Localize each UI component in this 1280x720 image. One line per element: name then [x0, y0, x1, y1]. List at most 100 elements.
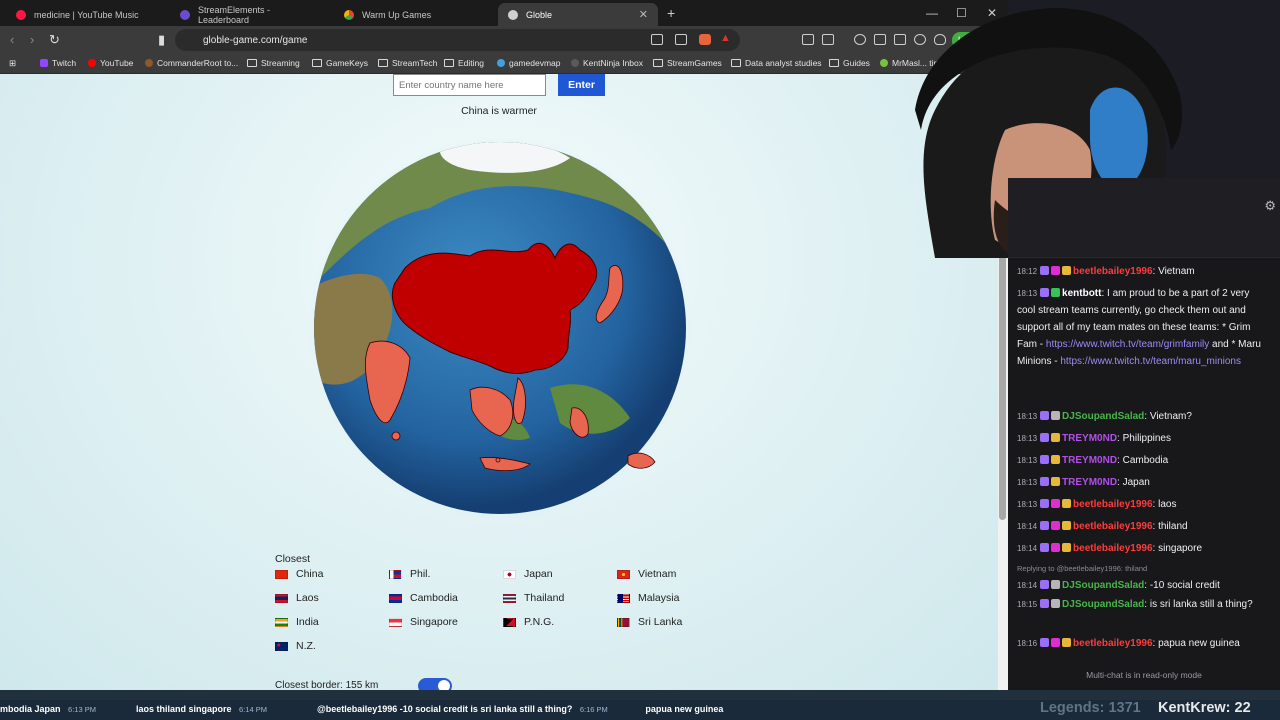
gear-icon[interactable]: ⚙ — [1264, 198, 1276, 214]
share-icon[interactable] — [675, 34, 687, 45]
chat-username[interactable]: DJSoupandSalad — [1062, 580, 1144, 591]
chat-username[interactable]: beetlebailey1996 — [1073, 638, 1153, 649]
bookmark-streaming[interactable]: Streaming — [247, 58, 300, 68]
chat-username[interactable]: DJSoupandSalad — [1062, 411, 1144, 422]
timestamp: 18:13 — [1017, 412, 1038, 421]
country-name: Sri Lanka — [638, 616, 683, 628]
warmer-hint: China is warmer — [461, 105, 537, 117]
chat-username[interactable]: TREYM0ND — [1062, 455, 1117, 466]
sidebar-icon[interactable] — [822, 34, 834, 45]
screen-icon[interactable] — [651, 34, 663, 45]
folder-icon — [731, 59, 741, 67]
chat-message: 18:13 kentbott: I am proud to be a part o… — [1017, 288, 1261, 367]
chat-username[interactable]: TREYM0ND — [1062, 477, 1117, 488]
back-icon[interactable]: ‹ — [10, 32, 14, 47]
thailand-flag-icon — [503, 593, 516, 603]
india-flag-icon — [275, 617, 288, 627]
youtube-music-icon — [16, 9, 26, 20]
ticker-time: 6:16 PM — [579, 705, 608, 714]
crown-badge-icon — [1051, 433, 1061, 442]
bookmark-streamtech[interactable]: StreamTech — [378, 58, 437, 68]
country-name: Cambodia — [410, 592, 458, 604]
bookmark-guides[interactable]: Guides — [829, 58, 870, 68]
bookmark-label: KentNinja Inbox — [583, 58, 644, 68]
ticker-messages: mbodia Japan 6:13 PM laos thiland singap… — [0, 704, 723, 714]
gift-badge-icon — [1051, 599, 1061, 608]
tab-label: StreamElements - Leaderboard — [198, 4, 271, 25]
chat-text: -10 social credit — [1149, 580, 1220, 591]
tab-youtube-music[interactable]: medicine | YouTube Music — [6, 3, 166, 26]
inbox-icon — [571, 59, 579, 67]
globe-icon — [508, 9, 518, 20]
bookmark-icon[interactable]: ▮ — [158, 32, 165, 48]
streamelements-icon — [180, 9, 190, 20]
chrome-icon — [344, 9, 354, 20]
gift-badge-icon — [1051, 580, 1061, 589]
timestamp: 18:12 — [1017, 267, 1038, 276]
png-guess[interactable] — [627, 452, 656, 469]
bookmark-streamgames[interactable]: StreamGames — [653, 58, 722, 68]
chat-username[interactable]: DJSoupandSalad — [1062, 599, 1144, 610]
commanderroot-icon — [145, 59, 153, 67]
chat-panel: ⚙ 18:12 beetlebailey1996: Vietnam 18:13 ke… — [1008, 178, 1280, 690]
bookmark-data-analyst[interactable]: Data analyst studies — [731, 58, 822, 68]
chat-text: singapore — [1158, 543, 1203, 554]
chat-text: is sri lanka still a thing? — [1149, 599, 1253, 610]
extensions-icon[interactable] — [802, 34, 814, 45]
forward-icon[interactable]: › — [30, 32, 34, 47]
bookmark-editing[interactable]: Editing — [444, 58, 484, 68]
country-name: India — [296, 616, 319, 628]
bookmark-youtube[interactable]: YouTube — [88, 58, 133, 68]
reload-icon[interactable]: ↻ — [49, 32, 60, 48]
vietnam-flag-icon — [617, 569, 630, 579]
timestamp: 18:13 — [1017, 456, 1038, 465]
chat-text: Japan — [1122, 477, 1150, 488]
border-toggle[interactable] — [418, 678, 452, 690]
globe-map[interactable] — [310, 138, 690, 520]
chat-link[interactable]: https://www.twitch.tv/team/maru_minions — [1060, 356, 1241, 367]
rewards-icon[interactable]: ▲ — [720, 32, 732, 44]
bookmark-twitch[interactable]: Twitch — [40, 58, 76, 68]
closest-country: N.Z. — [275, 640, 316, 652]
chat-link[interactable]: https://www.twitch.tv/team/grimfamily — [1046, 339, 1209, 350]
tab-strip: medicine | YouTube Music StreamElements … — [0, 0, 1010, 26]
chat-username[interactable]: beetlebailey1996 — [1073, 521, 1153, 532]
new-tab-icon[interactable]: + — [667, 5, 675, 21]
bookmark-label: Editing — [458, 58, 484, 68]
kentkrew-counter: KentKrew: 22 — [1158, 700, 1251, 716]
country-name: Singapore — [410, 616, 458, 628]
chat-username[interactable]: kentbott — [1062, 288, 1101, 299]
bookmark-kentninja-inbox[interactable]: KentNinja Inbox — [571, 58, 643, 68]
singapore-guess[interactable] — [495, 457, 501, 463]
sub-badge-icon — [1040, 433, 1050, 442]
brave-shield-icon[interactable] — [699, 34, 711, 45]
sub-badge-icon — [1040, 499, 1050, 508]
closest-country: Thailand — [503, 592, 564, 604]
bookmark-gamekeys[interactable]: GameKeys — [312, 58, 368, 68]
bookmark-commanderroot[interactable]: CommanderRoot to... — [145, 58, 238, 68]
music-icon[interactable] — [854, 34, 866, 45]
reader-icon[interactable] — [874, 34, 886, 45]
timestamp: 18:16 — [1017, 639, 1038, 648]
tab-globle[interactable]: Globle ✕ — [498, 3, 658, 26]
chat-username[interactable]: TREYM0ND — [1062, 433, 1117, 444]
apps-icon[interactable]: ⊞ — [9, 58, 16, 69]
enter-button[interactable]: Enter — [558, 74, 605, 96]
chat-username[interactable]: beetlebailey1996 — [1073, 543, 1153, 554]
tab-streamelements[interactable]: StreamElements - Leaderboard — [170, 3, 330, 26]
chat-username[interactable]: beetlebailey1996 — [1073, 499, 1153, 510]
sri-lanka-guess[interactable] — [391, 431, 401, 441]
country-name: Malaysia — [638, 592, 680, 604]
chat-message: 18:13 TREYM0ND: Philippines — [1017, 433, 1171, 444]
heart-badge-icon — [1051, 266, 1061, 275]
chat-text: Cambodia — [1122, 455, 1169, 466]
chat-username[interactable]: beetlebailey1996 — [1073, 266, 1153, 277]
country-guess-input[interactable] — [393, 74, 546, 96]
ticker-time: 6:14 PM — [239, 705, 267, 714]
tab-warm-up-games[interactable]: Warm Up Games — [334, 3, 494, 26]
cambodia-flag-icon — [389, 593, 402, 603]
close-tab-icon[interactable]: ✕ — [639, 8, 648, 21]
sub-badge-icon — [1040, 477, 1050, 486]
tab-label: Globle — [526, 9, 553, 20]
bookmark-gamedevmap[interactable]: gamedevmap — [497, 58, 561, 68]
